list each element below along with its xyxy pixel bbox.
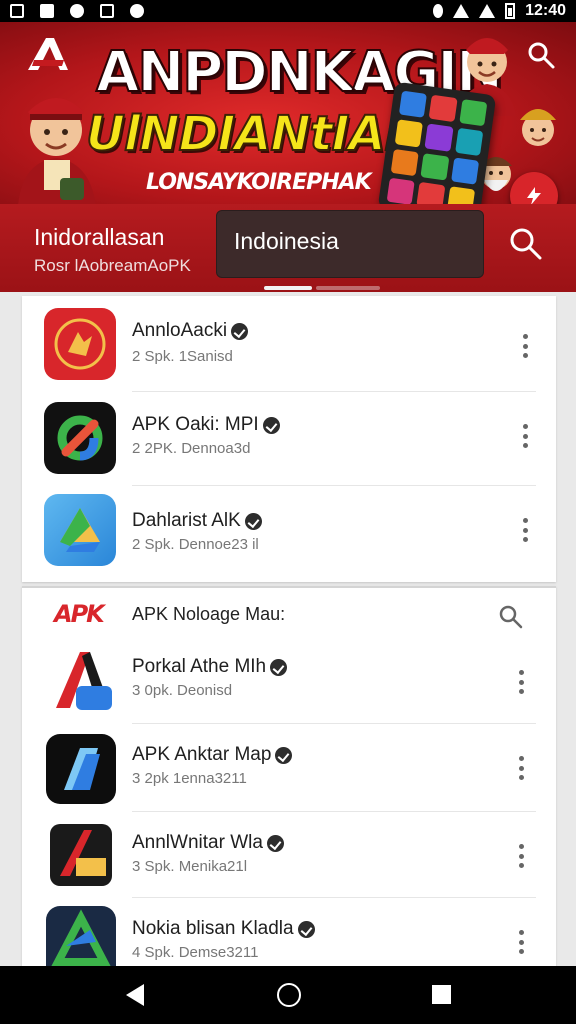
page-indicator: [316, 286, 380, 290]
banner-search-icon[interactable]: [526, 40, 556, 70]
app-meta: 4 Spk. Demse3211: [132, 944, 259, 961]
list-item[interactable]: Porkal Athe MIh 3 0pk. Deonisd: [22, 640, 556, 724]
app-meta: 2 Spk. Dennoe23 il: [132, 536, 259, 553]
status-bar: 12:40: [0, 0, 576, 22]
app-list-card: AnnloAacki 2 Spk. 1Sanisd APK Oaki: MPI …: [22, 296, 556, 582]
red-blue-arrow-icon: [46, 646, 116, 716]
app-section-card: APK APK Noloage Mau: Porkal Athe MIh 3 0…: [22, 586, 556, 970]
more-options-icon[interactable]: [516, 930, 526, 954]
app-meta: 3 Spk. Menika21l: [132, 858, 248, 875]
app-meta: 2 Spk. 1Sanisd: [132, 348, 233, 365]
app-name: Porkal Athe MIh: [132, 656, 267, 677]
verified-badge-icon: [231, 322, 249, 340]
list-item[interactable]: APK Oaki: MPI 2 2PK. Dennoa3d: [22, 392, 556, 486]
header-title: Inidorallasan: [34, 224, 165, 250]
apk-logo-icon: [28, 38, 68, 70]
section-logo: APK: [54, 600, 105, 628]
verified-badge-icon: [262, 416, 280, 434]
section-header: APK APK Noloage Mau:: [22, 588, 556, 640]
x-notification-icon: [40, 4, 54, 18]
app-name: AnnloAacki: [132, 320, 228, 341]
banner-subtitle: UlNDIANtIAN: [85, 105, 426, 163]
list-item[interactable]: Dahlarist AlK 2 Spk. Dennoe23 il: [22, 486, 556, 582]
dark-colorful-loop-icon: [44, 402, 116, 474]
left-mascot-illustration: [18, 98, 96, 204]
verified-badge-icon: [244, 512, 262, 530]
home-icon[interactable]: [277, 983, 301, 1007]
more-options-icon[interactable]: [520, 518, 530, 542]
green-triangle-icon: [46, 906, 116, 970]
header-subtitle: Rosr lAobreamAoPK: [34, 256, 191, 275]
verified-badge-icon: [275, 746, 293, 764]
app-name: APK Anktar Map: [132, 744, 272, 765]
bluetooth-icon: [433, 4, 444, 18]
blue-book-icon: [46, 734, 116, 804]
header-bar: Inidorallasan Rosr lAobreamAoPK Indoines…: [0, 204, 576, 292]
signal-icon: [479, 4, 496, 18]
back-icon[interactable]: [126, 984, 144, 1006]
bolt-icon: [527, 187, 541, 204]
app-meta: 2 2PK. Dennoa3d: [132, 440, 251, 457]
list-item[interactable]: AnnloAacki 2 Spk. 1Sanisd: [22, 296, 556, 392]
photo-notification-icon: [10, 4, 24, 18]
search-input[interactable]: Indoinesia: [216, 210, 484, 278]
more-options-icon[interactable]: [516, 844, 526, 868]
app-name: Dahlarist AlK: [132, 510, 241, 531]
search-icon[interactable]: [508, 226, 544, 262]
location-notification-icon: [70, 4, 84, 18]
more-options-icon[interactable]: [516, 670, 526, 694]
yellow-arrow-icon: [46, 820, 116, 890]
red-emblem-icon: [44, 308, 116, 380]
tablet-illustration: [377, 81, 497, 204]
more-options-icon[interactable]: [516, 756, 526, 780]
status-time: 12:40: [525, 2, 566, 19]
app-meta: 3 0pk. Deonisd: [132, 682, 233, 699]
app-meta: 3 2pk 1enna3211: [132, 770, 247, 787]
app-name: APK Oaki: MPI: [132, 414, 259, 435]
promo-banner[interactable]: ANPDNKAGIN UlNDIANtIAN LONSAYKOIREPHAK: [0, 22, 576, 204]
app-name: AnnlWnitar Wla: [132, 832, 263, 853]
more-options-icon[interactable]: [520, 334, 530, 358]
more-options-icon[interactable]: [520, 424, 530, 448]
verified-badge-icon: [266, 834, 284, 852]
page-indicator-active: [264, 286, 312, 290]
verified-badge-icon: [270, 658, 288, 676]
list-item[interactable]: APK Anktar Map 3 2pk 1enna3211: [22, 724, 556, 812]
app-name: Nokia blisan Kladla: [132, 918, 294, 939]
verified-badge-icon: [297, 920, 315, 938]
section-search-icon[interactable]: [498, 604, 524, 630]
banner-tagline: LONSAYKOIREPHAK: [146, 170, 372, 195]
sync-notification-icon: [130, 4, 144, 18]
blue-drive-icon: [44, 494, 116, 566]
recents-icon[interactable]: [432, 985, 451, 1004]
battery-icon: [505, 3, 516, 19]
wifi-icon: [453, 4, 470, 18]
list-item[interactable]: AnnlWnitar Wla 3 Spk. Menika21l: [22, 812, 556, 898]
section-title: APK Noloage Mau:: [132, 604, 286, 624]
list-item[interactable]: Nokia blisan Kladla 4 Spk. Demse3211: [22, 898, 556, 970]
phone-notification-icon: [100, 4, 114, 18]
system-nav-bar: [0, 966, 576, 1024]
